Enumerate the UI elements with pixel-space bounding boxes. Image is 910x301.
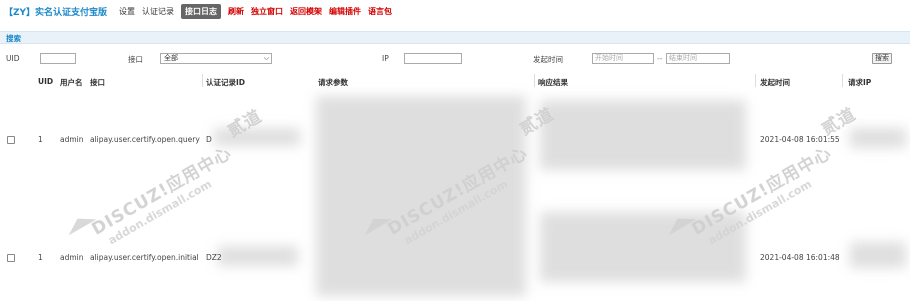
- row-checkbox[interactable]: [7, 136, 15, 144]
- row-record-id: D: [206, 135, 212, 144]
- nav-refresh[interactable]: 刷新: [228, 6, 244, 17]
- nav-language[interactable]: 语言包: [368, 6, 392, 17]
- ip-redacted: [850, 242, 906, 268]
- nav-api-log[interactable]: 接口日志: [181, 3, 222, 19]
- uid-label: UID: [6, 54, 20, 63]
- api-label: 接口: [128, 55, 143, 64]
- col-divider: [534, 74, 535, 87]
- ip-redacted: [850, 128, 906, 148]
- col-divider: [755, 74, 756, 87]
- nav-standalone[interactable]: 独立窗口: [251, 6, 283, 17]
- col-record-id: 认证记录ID: [206, 78, 246, 87]
- response-redacted: [540, 100, 746, 170]
- search-section-header: 搜索: [0, 31, 910, 44]
- row-uid: 1: [38, 253, 43, 262]
- nav-records[interactable]: 认证记录: [142, 6, 174, 17]
- uid-input[interactable]: [40, 53, 76, 64]
- col-request-params: 请求参数: [318, 78, 348, 87]
- search-button[interactable]: 搜索: [872, 53, 892, 64]
- nav-settings[interactable]: 设置: [119, 6, 135, 17]
- col-uid: UID: [38, 77, 54, 86]
- watermark-brand: DISCUZ!应用中心: [88, 143, 236, 240]
- row-checkbox[interactable]: [7, 254, 15, 262]
- search-heading: 搜索: [6, 34, 21, 43]
- app-title: 【ZY】实名认证支付宝版: [4, 7, 108, 18]
- end-time-input[interactable]: 结束时间: [666, 53, 730, 64]
- col-api: 接口: [90, 78, 105, 87]
- api-select-value: 全部: [164, 54, 178, 62]
- nav-back[interactable]: 返回模架: [290, 6, 322, 17]
- chevron-down-icon: ⌵: [263, 54, 269, 62]
- row-username: admin: [60, 135, 84, 144]
- col-response: 响应结果: [538, 78, 568, 87]
- record-id-redacted: [218, 246, 298, 266]
- api-select[interactable]: 全部 ⌵: [160, 53, 272, 64]
- row-time: 2021-04-08 16:01:48: [760, 253, 840, 262]
- nav-edit-plugin[interactable]: 编辑插件: [329, 6, 361, 17]
- row-uid: 1: [38, 135, 43, 144]
- start-time-input[interactable]: 开始时间: [592, 53, 654, 64]
- time-label: 发起时间: [533, 55, 563, 64]
- ip-label: IP: [382, 54, 389, 63]
- col-divider: [202, 74, 203, 87]
- time-separator: --: [657, 54, 663, 63]
- col-username: 用户名: [60, 78, 83, 87]
- col-time: 发起时间: [760, 78, 790, 87]
- row-api: alipay.user.certify.open.initial: [90, 253, 199, 262]
- col-divider: [842, 74, 843, 87]
- record-id-redacted: [214, 128, 300, 146]
- row-record-id: DZ2: [206, 253, 222, 262]
- ip-input[interactable]: [404, 53, 462, 64]
- col-request-ip: 请求IP: [848, 78, 872, 87]
- row-api: alipay.user.certify.open.query: [90, 135, 200, 144]
- row-username: admin: [60, 253, 84, 262]
- top-nav-bar: 【ZY】实名认证支付宝版 设置 认证记录 接口日志 刷新 独立窗口 返回模架 编…: [0, 0, 910, 22]
